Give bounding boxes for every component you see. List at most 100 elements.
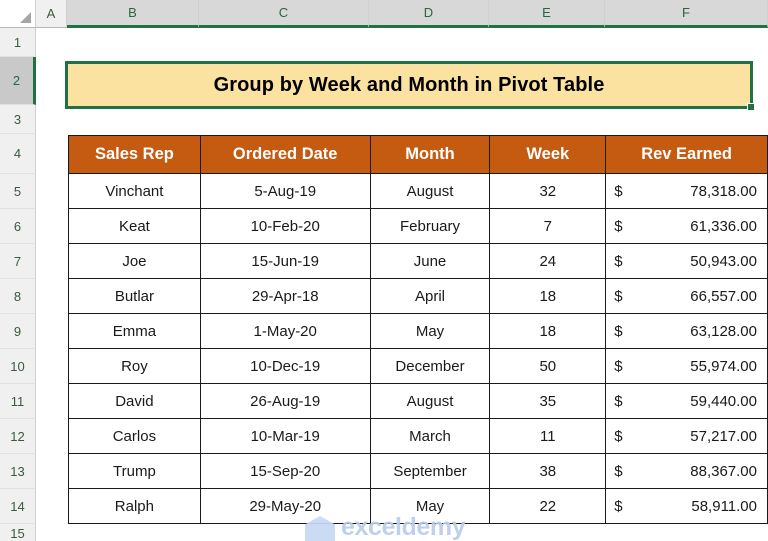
currency-symbol: $ xyxy=(614,287,623,305)
accounting-value: $88,367.00 xyxy=(614,463,757,480)
table-header-cell: Ordered Date xyxy=(199,135,371,174)
rev-earned-cell: $59,440.00 xyxy=(605,383,768,419)
accounting-value: $58,911.00 xyxy=(614,498,757,515)
month-cell: June xyxy=(369,243,491,279)
table-row: Butlar 29-Apr-18 April 18 $66,557.00 xyxy=(68,278,768,314)
column-header-a[interactable]: A xyxy=(36,0,67,28)
ordered-date-cell: 10-Mar-19 xyxy=(199,418,371,454)
accounting-value: $59,440.00 xyxy=(614,393,757,410)
month-cell: September xyxy=(369,453,491,489)
column-header-b[interactable]: B xyxy=(67,0,199,28)
table-row: Keat 10-Feb-20 February 7 $61,336.00 xyxy=(68,208,768,244)
week-cell: 11 xyxy=(489,418,607,454)
row-header-1[interactable]: 1 xyxy=(0,28,36,57)
currency-symbol: $ xyxy=(614,357,623,375)
currency-amount: 55,974.00 xyxy=(690,357,757,375)
sales-rep-cell: Roy xyxy=(68,348,201,384)
table-row: Roy 10-Dec-19 December 50 $55,974.00 xyxy=(68,348,768,384)
data-table: Sales Rep Ordered Date Month Week Rev Earned… xyxy=(68,135,768,524)
sales-rep-cell: Carlos xyxy=(68,418,201,454)
week-cell: 18 xyxy=(489,278,607,314)
column-headers: ABCDEF xyxy=(36,0,768,28)
column-header-row: ABCDEF xyxy=(0,0,768,28)
month-cell: May xyxy=(369,313,491,349)
sales-rep-cell: Emma xyxy=(68,313,201,349)
column-header-d[interactable]: D xyxy=(369,0,489,28)
column-header-f[interactable]: F xyxy=(605,0,768,28)
row-header-6[interactable]: 6 xyxy=(0,209,36,244)
currency-amount: 50,943.00 xyxy=(690,252,757,270)
currency-symbol: $ xyxy=(614,497,623,515)
row-header-column: 1 2 3 4 5 6 7 8 9 10 11 12 13 14 15 xyxy=(0,28,36,541)
table-row: Joe 15-Jun-19 June 24 $50,943.00 xyxy=(68,243,768,279)
ordered-date-cell: 15-Sep-20 xyxy=(199,453,371,489)
rev-earned-cell: $88,367.00 xyxy=(605,453,768,489)
select-all-button[interactable] xyxy=(0,0,36,28)
sales-rep-cell: Trump xyxy=(68,453,201,489)
select-all-triangle-icon xyxy=(20,12,31,23)
currency-symbol: $ xyxy=(614,182,623,200)
currency-symbol: $ xyxy=(614,427,623,445)
sales-rep-cell: Joe xyxy=(68,243,201,279)
sales-rep-cell: Keat xyxy=(68,208,201,244)
currency-symbol: $ xyxy=(614,392,623,410)
accounting-value: $61,336.00 xyxy=(614,218,757,235)
column-header-e[interactable]: E xyxy=(489,0,605,28)
rev-earned-cell: $61,336.00 xyxy=(605,208,768,244)
week-cell: 32 xyxy=(489,173,607,209)
month-cell: February xyxy=(369,208,491,244)
currency-amount: 63,128.00 xyxy=(690,322,757,340)
row-header-7[interactable]: 7 xyxy=(0,244,36,279)
rev-earned-cell: $55,974.00 xyxy=(605,348,768,384)
currency-symbol: $ xyxy=(614,252,623,270)
row-header-11[interactable]: 11 xyxy=(0,384,36,419)
table-row: David 26-Aug-19 August 35 $59,440.00 xyxy=(68,383,768,419)
currency-amount: 59,440.00 xyxy=(690,392,757,410)
sales-rep-cell: Ralph xyxy=(68,488,201,524)
rev-earned-cell: $78,318.00 xyxy=(605,173,768,209)
row-header-10[interactable]: 10 xyxy=(0,349,36,384)
week-cell: 7 xyxy=(489,208,607,244)
accounting-value: $55,974.00 xyxy=(614,358,757,375)
week-cell: 50 xyxy=(489,348,607,384)
table-header-cell: Sales Rep xyxy=(68,135,201,174)
currency-amount: 78,318.00 xyxy=(690,182,757,200)
ordered-date-cell: 29-Apr-18 xyxy=(199,278,371,314)
week-cell: 18 xyxy=(489,313,607,349)
month-cell: December xyxy=(369,348,491,384)
row-header-4[interactable]: 4 xyxy=(0,134,36,174)
ordered-date-cell: 1-May-20 xyxy=(199,313,371,349)
row-header-12[interactable]: 12 xyxy=(0,419,36,454)
row-header-9[interactable]: 9 xyxy=(0,314,36,349)
row-header-5[interactable]: 5 xyxy=(0,174,36,209)
row-header-3[interactable]: 3 xyxy=(0,105,36,134)
currency-symbol: $ xyxy=(614,322,623,340)
ordered-date-cell: 5-Aug-19 xyxy=(199,173,371,209)
accounting-value: $57,217.00 xyxy=(614,428,757,445)
month-cell: April xyxy=(369,278,491,314)
title-merged-cell[interactable]: Group by Week and Month in Pivot Table xyxy=(65,61,753,109)
currency-amount: 66,557.00 xyxy=(690,287,757,305)
week-cell: 24 xyxy=(489,243,607,279)
ordered-date-cell: 15-Jun-19 xyxy=(199,243,371,279)
currency-amount: 88,367.00 xyxy=(690,462,757,480)
currency-amount: 61,336.00 xyxy=(690,217,757,235)
row-header-14[interactable]: 14 xyxy=(0,489,36,524)
rev-earned-cell: $63,128.00 xyxy=(605,313,768,349)
rev-earned-cell: $66,557.00 xyxy=(605,278,768,314)
fill-handle[interactable] xyxy=(747,103,755,111)
row-header-8[interactable]: 8 xyxy=(0,279,36,314)
accounting-value: $78,318.00 xyxy=(614,183,757,200)
column-header-c[interactable]: C xyxy=(199,0,369,28)
grid-area: Group by Week and Month in Pivot Table S… xyxy=(37,29,768,541)
ordered-date-cell: 10-Dec-19 xyxy=(199,348,371,384)
currency-amount: 58,911.00 xyxy=(691,497,757,515)
currency-symbol: $ xyxy=(614,462,623,480)
week-cell: 35 xyxy=(489,383,607,419)
table-row: Vinchant 5-Aug-19 August 32 $78,318.00 xyxy=(68,173,768,209)
row-header-2[interactable]: 2 xyxy=(0,57,36,105)
row-header-13[interactable]: 13 xyxy=(0,454,36,489)
row-header-15[interactable]: 15 xyxy=(0,524,36,541)
table-row: Trump 15-Sep-20 September 38 $88,367.00 xyxy=(68,453,768,489)
sales-rep-cell: Vinchant xyxy=(68,173,201,209)
